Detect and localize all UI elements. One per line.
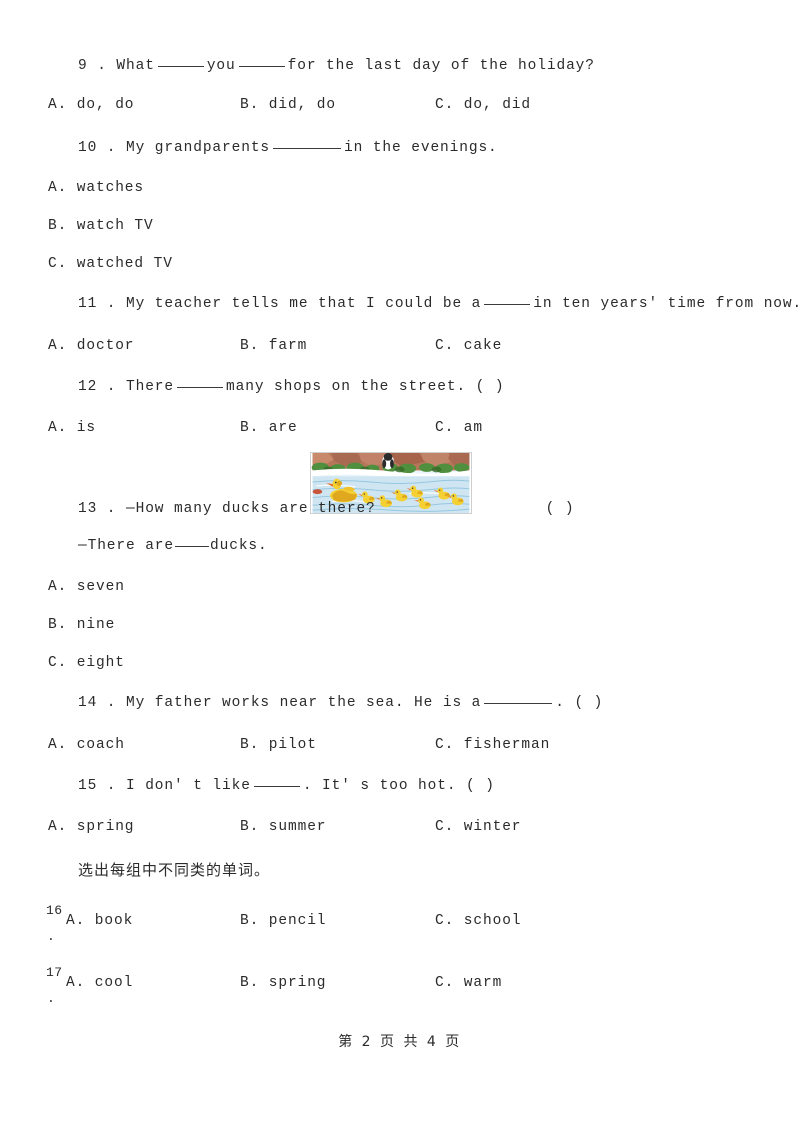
question-11-option-c[interactable]: C. cake: [435, 338, 502, 354]
question-12-stem: 12 . There many shops on the street. ( ): [78, 379, 505, 395]
question-14-stem: 14 . My father works near the sea. He is…: [78, 695, 604, 711]
answer-blank: [253, 786, 300, 787]
question-15-option-c[interactable]: C. winter: [435, 819, 521, 835]
question-13-option-c[interactable]: C. eight: [48, 655, 125, 671]
question-12-option-a[interactable]: A. is: [48, 420, 96, 436]
question-9-stem: 9 . What you for the last day of the holid…: [78, 58, 595, 74]
question-15-option-a[interactable]: A. spring: [48, 819, 134, 835]
question-10-option-b[interactable]: B. watch TV: [48, 218, 154, 234]
question-14-option-c[interactable]: C. fisherman: [435, 737, 550, 753]
word-group-17-option-b[interactable]: B. spring: [240, 975, 326, 991]
group-number: 16: [46, 903, 63, 918]
answer-blank: [238, 66, 285, 67]
question-15-option-b[interactable]: B. summer: [240, 819, 326, 835]
question-13-stem-line2: —There are ducks.: [78, 538, 268, 554]
question-11-stem: 11 . My teacher tells me that I could be…: [78, 296, 800, 312]
question-9-option-a[interactable]: A. do, do: [48, 97, 134, 113]
answer-blank: [177, 387, 224, 388]
question-12-option-c[interactable]: C. am: [435, 420, 483, 436]
section-instruction: 选出每组中不同类的单词。: [78, 861, 271, 879]
answer-blank: [273, 148, 342, 149]
question-9-option-b[interactable]: B. did, do: [240, 97, 336, 113]
answer-blank: [175, 546, 210, 547]
word-group-16-option-b[interactable]: B. pencil: [240, 913, 326, 929]
exam-page: 9 . What you for the last day of the holid…: [0, 0, 800, 1132]
question-10-stem: 10 . My grandparents in the evenings.: [78, 140, 498, 156]
question-13-option-a[interactable]: A. seven: [48, 579, 125, 595]
word-group-16-option-a[interactable]: A. book: [66, 913, 133, 929]
answer-blank: [484, 304, 531, 305]
question-11-option-a[interactable]: A. doctor: [48, 338, 134, 354]
group-number-dot: .: [47, 991, 55, 1006]
question-13-stem: 13 . —How many ducks are there?( ): [78, 501, 575, 517]
question-14-option-b[interactable]: B. pilot: [240, 737, 317, 753]
question-10-option-a[interactable]: A. watches: [48, 180, 144, 196]
question-12-option-b[interactable]: B. are: [240, 420, 298, 436]
word-group-16-option-c[interactable]: C. school: [435, 913, 521, 929]
question-11-option-b[interactable]: B. farm: [240, 338, 307, 354]
answer-blank: [484, 703, 553, 704]
answer-blank: [157, 66, 204, 67]
question-15-stem: 15 . I don' t like. It' s too hot. ( ): [78, 778, 495, 794]
question-14-option-a[interactable]: A. coach: [48, 737, 125, 753]
word-group-17-option-a[interactable]: A. cool: [66, 975, 133, 991]
question-10-option-c[interactable]: C. watched TV: [48, 256, 173, 272]
word-group-17-option-c[interactable]: C. warm: [435, 975, 502, 991]
page-footer: 第 2 页 共 4 页: [338, 1034, 462, 1050]
group-number: 17: [46, 965, 63, 980]
question-9-option-c[interactable]: C. do, did: [435, 97, 531, 113]
question-13-option-b[interactable]: B. nine: [48, 617, 115, 633]
group-number-dot: .: [47, 929, 55, 944]
